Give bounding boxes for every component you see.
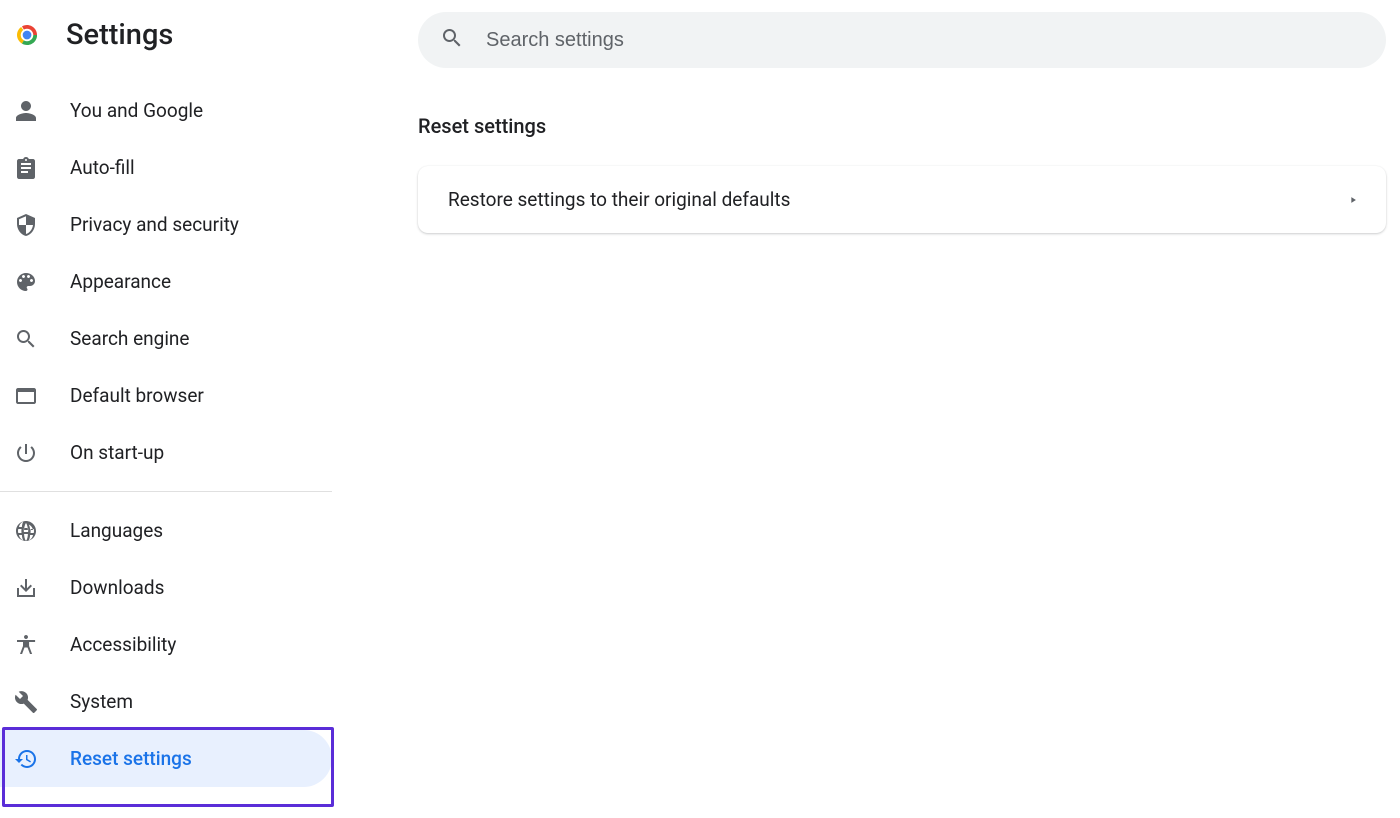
sidebar-item-label: Downloads (70, 576, 164, 599)
sidebar-item-accessibility[interactable]: Accessibility (0, 616, 332, 673)
sidebar-item-label: Accessibility (70, 633, 176, 656)
chevron-right-icon (1348, 190, 1358, 209)
sidebar-item-privacy-security[interactable]: Privacy and security (0, 196, 332, 253)
shield-icon (14, 213, 38, 237)
reset-card: Restore settings to their original defau… (418, 166, 1386, 233)
nav-group-1: You and Google Auto-fill Privacy and sec… (0, 82, 332, 481)
sidebar-item-on-startup[interactable]: On start-up (0, 424, 332, 481)
sidebar-divider (0, 491, 332, 492)
main-content: Reset settings Restore settings to their… (332, 0, 1400, 818)
search-input[interactable] (486, 29, 1364, 52)
sidebar-item-label: Privacy and security (70, 213, 239, 236)
restore-icon (14, 747, 38, 771)
restore-defaults-row[interactable]: Restore settings to their original defau… (418, 166, 1386, 233)
sidebar-item-label: Auto-fill (70, 156, 135, 179)
browser-icon (14, 384, 38, 408)
sidebar: Settings You and Google Auto-fill (0, 0, 332, 787)
sidebar-item-search-engine[interactable]: Search engine (0, 310, 332, 367)
page-title: Settings (66, 18, 173, 52)
search-icon (14, 327, 38, 351)
wrench-icon (14, 690, 38, 714)
sidebar-item-autofill[interactable]: Auto-fill (0, 139, 332, 196)
sidebar-item-reset-settings[interactable]: Reset settings (0, 730, 332, 787)
sidebar-item-label: Search engine (70, 327, 190, 350)
chrome-logo-icon (12, 20, 42, 50)
clipboard-icon (14, 156, 38, 180)
sidebar-item-label: System (70, 690, 133, 713)
accessibility-icon (14, 633, 38, 657)
sidebar-item-default-browser[interactable]: Default browser (0, 367, 332, 424)
sidebar-item-system[interactable]: System (0, 673, 332, 730)
sidebar-item-languages[interactable]: Languages (0, 502, 332, 559)
sidebar-item-label: Default browser (70, 384, 204, 407)
sidebar-item-you-and-google[interactable]: You and Google (0, 82, 332, 139)
sidebar-item-label: Appearance (70, 270, 171, 293)
sidebar-item-appearance[interactable]: Appearance (0, 253, 332, 310)
sidebar-header: Settings (0, 18, 332, 82)
search-icon (440, 26, 464, 54)
sidebar-item-label: You and Google (70, 99, 203, 122)
sidebar-item-label: Languages (70, 519, 163, 542)
nav-group-2: Languages Downloads Accessibility (0, 502, 332, 787)
sidebar-item-label: Reset settings (70, 747, 192, 770)
power-icon (14, 441, 38, 465)
globe-icon (14, 519, 38, 543)
section-title: Reset settings (418, 114, 1386, 138)
download-icon (14, 576, 38, 600)
card-row-label: Restore settings to their original defau… (448, 188, 790, 211)
person-icon (14, 99, 38, 123)
search-bar[interactable] (418, 12, 1386, 68)
sidebar-item-label: On start-up (70, 441, 164, 464)
sidebar-item-downloads[interactable]: Downloads (0, 559, 332, 616)
palette-icon (14, 270, 38, 294)
